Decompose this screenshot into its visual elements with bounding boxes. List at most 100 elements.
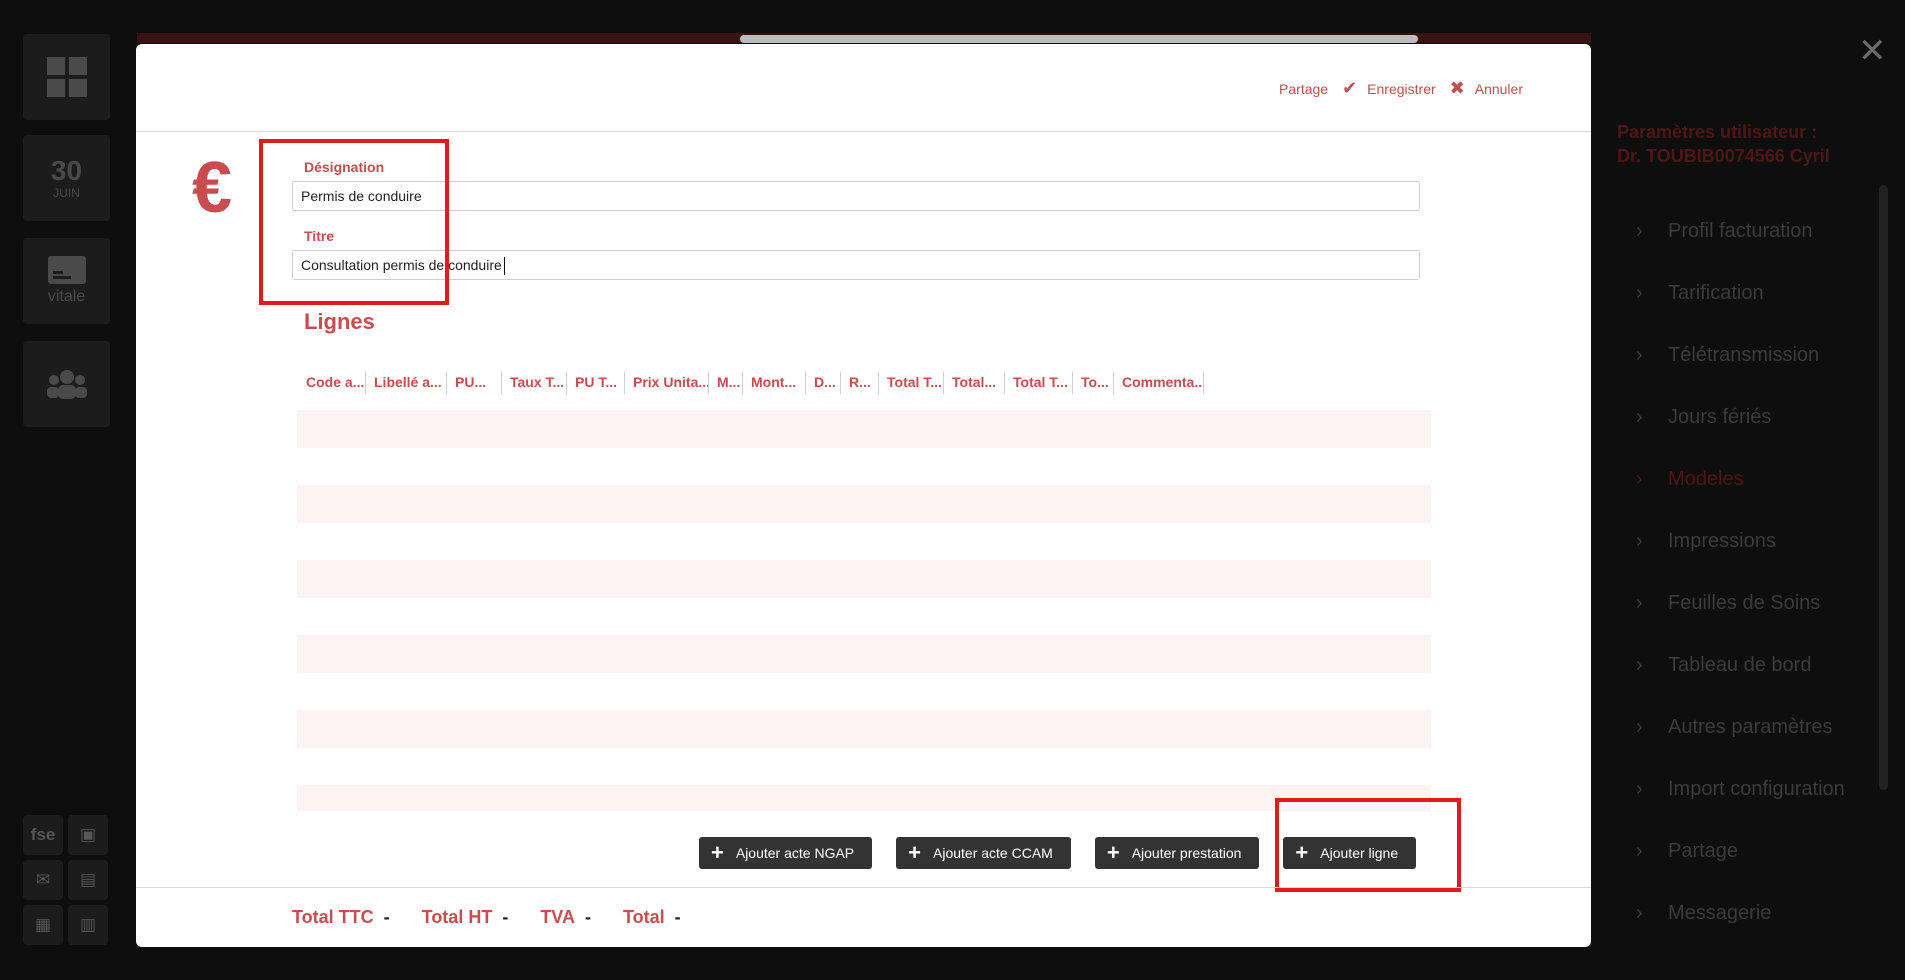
column-header[interactable]: Libellé a... — [366, 372, 447, 394]
add-ngap-button[interactable]: + Ajouter acte NGAP — [699, 837, 873, 869]
totals-bar: Total TTC - Total HT - TVA - Total - — [292, 907, 681, 928]
chevron-right-icon: › — [1636, 219, 1643, 242]
table-row[interactable] — [297, 485, 1431, 523]
table-row[interactable] — [297, 560, 1431, 598]
column-header[interactable]: Commenta... — [1114, 372, 1204, 394]
column-header[interactable]: Total... — [944, 372, 1005, 394]
column-header[interactable]: Prix Unita... — [625, 372, 709, 394]
settings-menu-item[interactable]: › Profil facturation — [1636, 200, 1845, 262]
cancel-link[interactable]: Annuler — [1475, 81, 1523, 97]
table-row[interactable] — [297, 785, 1431, 811]
column-header[interactable]: R... — [841, 372, 879, 394]
chevron-right-icon: › — [1636, 901, 1643, 924]
settings-scrollbar[interactable] — [1879, 185, 1888, 790]
table-row[interactable] — [297, 710, 1431, 748]
mail-button[interactable]: ✉ — [23, 860, 63, 900]
column-header[interactable]: M... — [709, 372, 743, 394]
settings-menu-item-label: Import configuration — [1668, 777, 1845, 800]
column-header[interactable]: To... — [1073, 372, 1114, 394]
calendar-day: 30 — [50, 155, 83, 186]
table-row[interactable] — [297, 635, 1431, 673]
calendar-tile[interactable]: 30 JUIN — [23, 135, 110, 221]
settings-menu-item-label: Tarification — [1668, 281, 1764, 304]
chevron-right-icon: › — [1636, 529, 1643, 552]
add-ngap-label: Ajouter acte NGAP — [735, 845, 855, 861]
fse-button[interactable]: fse — [23, 815, 63, 855]
settings-menu-item-label: Feuilles de Soins — [1668, 591, 1821, 614]
check-icon: ✔ — [1342, 78, 1358, 98]
modal-header: Partage ✔ Enregistrer ✖ Annuler — [136, 44, 1591, 132]
settings-menu-item[interactable]: › Jours fériés — [1636, 386, 1845, 448]
settings-menu-item[interactable]: › Partage — [1636, 820, 1845, 882]
close-icon[interactable]: ✕ — [1858, 34, 1887, 68]
lines-section-title: Lignes — [304, 309, 375, 334]
vitale-label: vitale — [47, 288, 86, 305]
column-header[interactable]: PU... — [447, 372, 502, 394]
plus-icon: + — [908, 840, 921, 865]
settings-menu-item-label: Autres paramètres — [1668, 715, 1833, 738]
settings-menu-item[interactable]: › Import configuration — [1636, 758, 1845, 820]
column-header[interactable]: Total T... — [879, 372, 944, 394]
column-header[interactable]: Taux T... — [502, 372, 567, 394]
settings-menu-item-label: Messagerie — [1668, 901, 1772, 924]
settings-menu-item[interactable]: › Télétransmission — [1636, 324, 1845, 386]
card-icon — [47, 256, 86, 284]
stats-button[interactable]: ▥ — [68, 905, 108, 945]
chevron-right-icon: › — [1636, 653, 1643, 676]
settings-menu-item[interactable]: › Modeles — [1636, 448, 1845, 510]
column-header[interactable]: D... — [806, 372, 841, 394]
tva-label: TVA — [540, 907, 575, 927]
chevron-right-icon: › — [1636, 343, 1643, 366]
settings-menu-item[interactable]: › Autres paramètres — [1636, 696, 1845, 758]
patients-tile[interactable] — [23, 341, 110, 427]
vitale-tile[interactable]: vitale — [23, 238, 110, 324]
save-link[interactable]: Enregistrer — [1367, 81, 1435, 97]
settings-menu-item-label: Profil facturation — [1668, 219, 1813, 242]
document-icon: ▤ — [79, 870, 97, 889]
dashboard-tile[interactable] — [23, 34, 110, 120]
horizontal-scrollbar[interactable] — [740, 35, 1418, 43]
add-ccam-button[interactable]: + Ajouter acte CCAM — [896, 837, 1071, 869]
settings-title-line1: Paramètres utilisateur : — [1617, 122, 1818, 142]
settings-menu-item[interactable]: › Messagerie — [1636, 882, 1845, 944]
highlight-box-fields — [259, 139, 449, 305]
close-icon: ✖ — [1449, 78, 1465, 98]
users-icon — [46, 370, 87, 399]
total-value: - — [674, 907, 681, 927]
calendar-month: JUIN — [53, 186, 80, 200]
lines-table-header: Code a... Libellé a... PU... Taux T... PU T.… — [298, 372, 1204, 394]
column-header[interactable]: Total T... — [1005, 372, 1073, 394]
header-actions: Partage ✔ Enregistrer ✖ Annuler — [1279, 78, 1523, 99]
calculator-button[interactable]: ▦ — [23, 905, 63, 945]
column-header[interactable]: Mont... — [743, 372, 806, 394]
settings-menu-item-label: Impressions — [1668, 529, 1776, 552]
add-ccam-label: Ajouter acte CCAM — [933, 845, 1053, 861]
tva-value: - — [584, 907, 591, 927]
titre-input[interactable]: Consultation permis de conduire — [292, 250, 1420, 280]
share-link[interactable]: Partage — [1279, 81, 1328, 97]
designation-input[interactable]: Permis de conduire — [292, 181, 1420, 211]
total-ttc-value: - — [383, 907, 390, 927]
document-button[interactable]: ▤ — [68, 860, 108, 900]
settings-menu-item[interactable]: › Tableau de bord — [1636, 634, 1845, 696]
settings-menu-item-label: Jours fériés — [1668, 405, 1772, 428]
table-row[interactable] — [297, 410, 1431, 448]
chevron-right-icon: › — [1636, 715, 1643, 738]
mail-icon: ✉ — [35, 870, 51, 889]
fse-label: fse — [30, 825, 56, 844]
settings-menu-item[interactable]: › Impressions — [1636, 510, 1845, 572]
column-header[interactable]: PU T... — [567, 372, 625, 394]
settings-menu-item[interactable]: › Tarification — [1636, 262, 1845, 324]
settings-menu-item-label: Tableau de bord — [1668, 653, 1812, 676]
settings-menu-item[interactable]: › Feuilles de Soins — [1636, 572, 1845, 634]
add-prestation-button[interactable]: + Ajouter prestation — [1094, 837, 1260, 869]
settings-menu-item-label: Télétransmission — [1668, 343, 1820, 366]
medication-button[interactable]: ▣ — [68, 815, 108, 855]
column-header[interactable]: Code a... — [298, 372, 366, 394]
plus-icon: + — [1106, 840, 1120, 865]
total-ht-label: Total HT — [421, 907, 493, 927]
chevron-right-icon: › — [1636, 591, 1643, 614]
chevron-right-icon: › — [1636, 405, 1643, 428]
settings-menu-item-label: Partage — [1668, 839, 1739, 862]
chevron-right-icon: › — [1636, 281, 1643, 304]
